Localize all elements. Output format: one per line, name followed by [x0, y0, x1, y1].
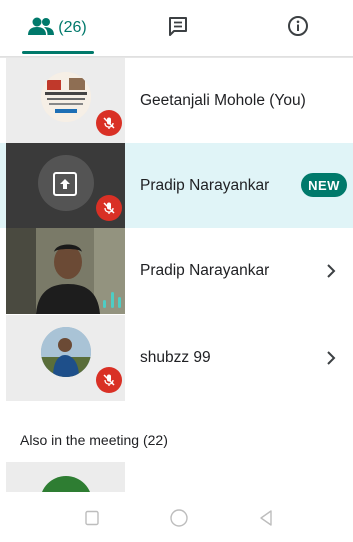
- people-count: (26): [58, 19, 87, 36]
- back-icon[interactable]: [254, 506, 278, 530]
- avatar: [41, 72, 91, 122]
- participant-video: [6, 228, 125, 314]
- tab-bar: (26): [0, 0, 353, 56]
- mic-off-icon: [96, 367, 122, 393]
- home-icon[interactable]: [167, 506, 191, 530]
- recents-icon[interactable]: [80, 506, 104, 530]
- participant-row[interactable]: Pradip Narayankar NEW: [0, 143, 353, 229]
- participant-row[interactable]: Pradip Narayankar: [0, 228, 353, 314]
- participant-tile: [6, 315, 125, 401]
- participant-tile: [6, 58, 125, 144]
- participant-name: shubzz 99: [140, 349, 211, 366]
- info-icon: [287, 15, 309, 42]
- chevron-right-icon[interactable]: [321, 346, 341, 370]
- participant-name: Pradip Narayankar: [140, 177, 270, 194]
- mic-off-icon: [96, 110, 122, 136]
- participant-tile[interactable]: [6, 462, 125, 492]
- presentation-icon: [53, 172, 77, 196]
- also-in-meeting-heading: Also in the meeting (22): [20, 432, 168, 448]
- participant-row[interactable]: shubzz 99: [0, 315, 353, 401]
- tab-chat[interactable]: [130, 0, 225, 56]
- tab-info[interactable]: [250, 0, 345, 56]
- people-icon: [28, 16, 55, 41]
- chat-icon: [167, 15, 189, 42]
- avatar: [41, 327, 91, 377]
- new-badge: NEW: [301, 173, 347, 197]
- avatar: [40, 476, 92, 492]
- system-nav-bar: [0, 492, 353, 542]
- tab-people[interactable]: (26): [10, 0, 105, 56]
- participant-name: Pradip Narayankar: [140, 262, 270, 279]
- active-tab-indicator: [22, 51, 94, 54]
- participant-tile: [6, 143, 125, 229]
- participant-row[interactable]: Geetanjali Mohole (You): [0, 58, 353, 144]
- mic-off-icon: [96, 195, 122, 221]
- participant-name: Geetanjali Mohole (You): [140, 92, 306, 109]
- chevron-right-icon[interactable]: [321, 259, 341, 283]
- speaking-indicator-icon: [103, 290, 121, 308]
